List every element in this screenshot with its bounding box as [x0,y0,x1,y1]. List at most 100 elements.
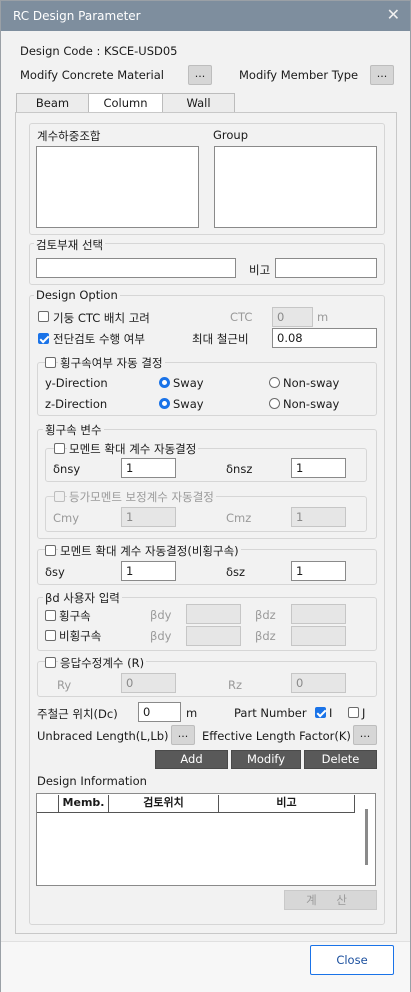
shear-check-checkbox[interactable] [38,333,49,344]
part-j-label: J [362,706,366,720]
group-list[interactable] [214,146,377,228]
bdy-label-2: βdy [150,629,172,643]
y-nonsway-radio[interactable] [269,377,280,388]
z-nonsway-label: Non-sway [283,397,340,411]
unbraced-length-label: Unbraced Length(L,Lb) [37,729,169,743]
add-button[interactable]: Add [155,750,228,769]
effective-length-label: Effective Length Factor(K) [202,729,351,743]
unbraced-moment-checkbox[interactable] [45,545,56,556]
modify-button[interactable]: Modify [231,750,301,769]
cmy-input[interactable]: 1 [121,507,176,527]
ctc-checkbox-label: 기둥 CTC 배치 고려 [53,311,150,325]
design-info-label: Design Information [37,774,147,788]
close-button[interactable]: Close [310,945,394,975]
bdz-label-1: βdz [255,608,276,622]
tab-beam[interactable]: Beam [16,93,89,113]
rebar-pos-input[interactable]: 0 [138,702,181,722]
response-label: 응답수정계수 (R) [58,655,147,671]
dsz-input[interactable]: 1 [291,561,346,581]
remark-input[interactable] [275,258,377,278]
y-nonsway-label: Non-sway [283,376,340,390]
grid-header-memb: Memb. [59,795,109,813]
brace-auto-label: 횡구속여부 자동 결정 [58,355,165,371]
ctc-field-label: CTC [230,310,253,324]
title-bar: RC Design Parameter ✕ [1,1,410,31]
dnsz-input[interactable]: 1 [291,458,346,478]
modify-member-button[interactable]: ... [370,65,394,85]
window-title: RC Design Parameter [13,9,141,23]
y-sway-radio[interactable] [159,377,170,388]
grid-scrollbar[interactable] [365,809,368,865]
cmz-input[interactable]: 1 [291,507,346,527]
tab-column[interactable]: Column [88,93,163,114]
z-nonsway-radio[interactable] [269,398,280,409]
unbraced-moment-label: 모멘트 확대 계수 자동결정(비횡구속) [58,543,241,559]
braced-bdy-input[interactable] [186,604,241,624]
modify-concrete-button[interactable]: ... [188,65,212,85]
unbraced-beta-checkbox[interactable] [45,630,56,641]
check-member-input[interactable] [36,258,236,278]
dsy-label: δsy [45,565,65,579]
rz-input[interactable]: 0 [291,673,346,693]
dnsy-input[interactable]: 1 [121,458,176,478]
braced-beta-checkbox[interactable] [45,610,56,621]
grid-header-position: 검토위치 [109,795,219,813]
unbraced-beta-label: 비횡구속 [59,629,102,643]
ry-label: Ry [57,678,72,692]
unbraced-bdy-input[interactable] [186,626,241,646]
modify-member-label: Modify Member Type [239,68,359,82]
cm-auto-checkbox[interactable] [54,491,65,502]
brace-auto-checkbox[interactable] [45,357,56,368]
rebar-pos-label: 주철근 위치(Dc) [37,707,118,721]
dnsz-label: δnsz [226,462,253,476]
design-option-legend: Design Option [34,288,120,302]
z-sway-label: Sway [173,397,204,411]
z-direction-label: z-Direction [45,397,108,411]
unbraced-length-button[interactable]: ... [171,725,195,745]
calculate-button[interactable]: 계 산 [284,890,377,910]
ry-input[interactable]: 0 [121,673,176,693]
group-label: Group [213,128,249,142]
shear-check-label: 전단검토 수행 여부 [53,332,145,346]
ctc-unit: m [317,310,329,324]
part-i-checkbox[interactable] [315,707,326,718]
effective-length-button[interactable]: ... [353,725,377,745]
unbraced-bdz-input[interactable] [291,626,346,646]
brace-var-legend: 횡구속 변수 [43,422,104,438]
ctc-input[interactable]: 0 [272,307,313,327]
dnsy-label: δnsy [53,462,81,476]
ctc-checkbox[interactable] [38,311,49,322]
design-code-label: Design Code : KSCE-USD05 [20,44,178,58]
bdz-label-2: βdz [255,629,276,643]
close-icon[interactable]: ✕ [387,5,400,24]
z-sway-radio[interactable] [159,398,170,409]
braced-beta-label: 횡구속 [59,609,91,623]
rz-label: Rz [228,678,243,692]
dsy-input[interactable]: 1 [121,561,176,581]
remark-label: 비고 [249,263,271,277]
braced-bdz-input[interactable] [291,604,346,624]
design-info-grid[interactable]: Memb. 검토위치 비고 [36,793,376,886]
max-ratio-input[interactable]: 0.08 [272,328,377,348]
part-i-label: I [329,706,333,720]
modify-concrete-label: Modify Concrete Material [20,68,164,82]
tab-wall[interactable]: Wall [162,93,235,113]
moment-auto-checkbox[interactable] [54,443,65,454]
cmy-label: Cmy [53,511,80,525]
load-combo-label: 계수하중조합 [37,129,101,143]
bdy-label-1: βdy [150,608,172,622]
grid-header-remark: 비고 [219,795,355,813]
delete-button[interactable]: Delete [304,750,377,769]
response-checkbox[interactable] [45,657,56,668]
part-j-checkbox[interactable] [348,707,359,718]
cmz-label: Cmz [226,511,252,525]
y-sway-label: Sway [173,376,204,390]
check-member-legend: 검토부재 선택 [34,237,106,253]
part-number-label: Part Number [234,706,307,720]
dialog-window: RC Design Parameter ✕ Design Code : KSCE… [0,0,411,992]
grid-header-corner [37,795,59,813]
dsz-label: δsz [226,565,246,579]
moment-auto-label: 모멘트 확대 계수 자동결정 [67,441,199,457]
beta-d-legend: βd 사용자 입력 [43,590,122,606]
load-combo-list[interactable] [36,146,199,228]
